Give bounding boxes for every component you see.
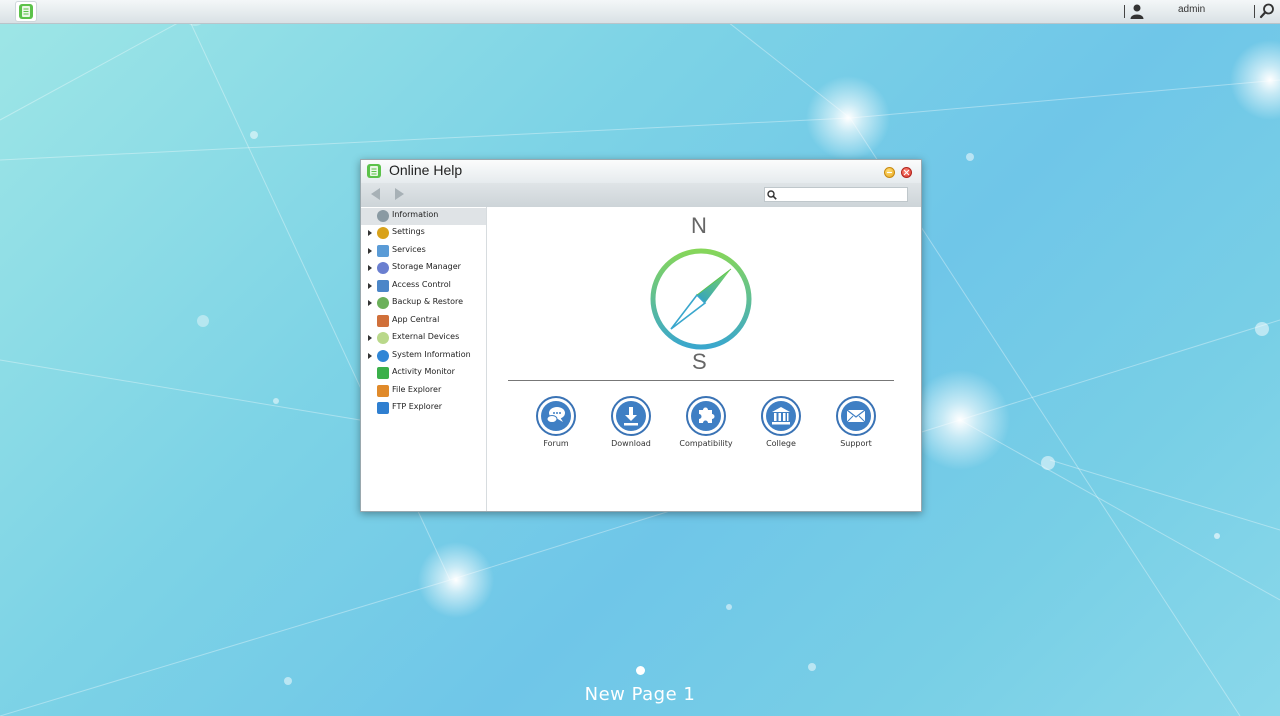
backup-icon (377, 297, 389, 309)
folder-icon (377, 384, 389, 397)
id-card-icon (377, 279, 389, 292)
sidebar-item[interactable]: App Central (361, 313, 486, 330)
sidebar-item-label: File Explorer (392, 384, 442, 394)
download-link[interactable]: Download (596, 396, 666, 448)
sidebar-item-label: Activity Monitor (392, 367, 455, 376)
puzzle-icon (699, 407, 715, 423)
sidebar-item-label: Backup & Restore (392, 297, 464, 306)
sidebar-item-label: External Devices (392, 332, 460, 341)
help-app-icon (367, 164, 381, 178)
monitor-icon (377, 367, 389, 379)
usb-icon (377, 332, 389, 344)
expand-arrow-icon[interactable] (368, 247, 372, 254)
minimize-button[interactable] (884, 167, 895, 178)
expand-arrow-icon[interactable] (368, 300, 372, 306)
compass-north-label: N (691, 213, 707, 238)
gear-icon (377, 227, 389, 239)
sidebar-item-label: App Central (392, 314, 440, 324)
sidebar-item[interactable]: File Explorer (361, 383, 486, 400)
sidebar-item-label: FTP Explorer (392, 402, 443, 411)
storage-icon (377, 262, 389, 274)
top-bar: admin (0, 0, 1280, 24)
download-icon (624, 407, 638, 426)
compass-icon (650, 248, 752, 350)
compass-icon (377, 209, 389, 222)
help-topics-tree: Information Settings Services Storage Manag… (361, 207, 487, 511)
ftp-icon (377, 402, 389, 414)
envelope-icon (846, 409, 866, 423)
search-icon (767, 190, 777, 200)
compass-south-label: S (692, 349, 707, 374)
sidebar-item[interactable]: External Devices (361, 330, 486, 347)
window-title: Online Help (389, 162, 463, 178)
expand-arrow-icon[interactable] (368, 230, 372, 236)
help-app-icon (19, 4, 33, 19)
sidebar-item[interactable]: Activity Monitor (361, 365, 486, 382)
expand-arrow-icon[interactable] (368, 265, 372, 271)
forum-link[interactable]: Forum (521, 396, 591, 448)
user-icon[interactable] (1129, 3, 1145, 19)
content-divider (508, 380, 894, 381)
sidebar-item-label: Settings (392, 227, 425, 236)
sidebar-item-label: Information (392, 209, 439, 219)
sidebar-item[interactable]: FTP Explorer (361, 400, 486, 417)
expand-arrow-icon[interactable] (368, 352, 372, 359)
info-icon (377, 349, 389, 362)
search-icon[interactable] (1259, 3, 1275, 19)
link-label: College (766, 439, 796, 448)
sidebar-item[interactable]: Settings (361, 225, 486, 242)
college-link[interactable]: College (746, 396, 816, 448)
sidebar-item-label: Storage Manager (392, 262, 461, 271)
expand-arrow-icon[interactable] (368, 335, 372, 341)
main-menu-button[interactable] (15, 1, 37, 22)
help-toolbar (361, 183, 921, 208)
forward-arrow-icon[interactable] (395, 188, 404, 200)
sidebar-item-label: Access Control (392, 279, 451, 289)
link-label: Download (611, 439, 651, 448)
building-icon (772, 407, 790, 425)
expand-arrow-icon[interactable] (368, 282, 372, 289)
chat-bubbles-icon (546, 407, 565, 423)
window-titlebar[interactable]: Online Help (361, 160, 921, 183)
help-search-input[interactable] (764, 187, 908, 202)
topbar-separator (1124, 5, 1125, 18)
sidebar-item[interactable]: Access Control (361, 278, 486, 295)
services-icon (377, 244, 389, 257)
link-label: Support (840, 439, 872, 448)
link-label: Forum (543, 439, 569, 448)
compatibility-link[interactable]: Compatibility (671, 396, 741, 448)
sidebar-item[interactable]: System Information (361, 348, 486, 365)
link-label: Compatibility (679, 439, 733, 448)
house-icon (377, 314, 389, 327)
desktop-page-label: New Page 1 (584, 684, 696, 705)
sidebar-item-label: System Information (392, 349, 471, 359)
support-link[interactable]: Support (821, 396, 891, 448)
page-indicator-dot[interactable] (636, 666, 645, 675)
sidebar-item[interactable]: Information (361, 207, 486, 225)
back-arrow-icon[interactable] (371, 188, 380, 200)
topbar-separator (1254, 5, 1255, 18)
sidebar-item[interactable]: Services (361, 243, 486, 260)
sidebar-item[interactable]: Storage Manager (361, 260, 486, 277)
online-help-window: Online Help Information Settings Services S… (360, 159, 922, 512)
user-name[interactable]: admin (1178, 4, 1205, 15)
close-button[interactable] (901, 167, 912, 178)
help-content: N S Forum Download Compatibility College… (487, 207, 921, 511)
sidebar-item[interactable]: Backup & Restore (361, 295, 486, 312)
sidebar-item-label: Services (392, 244, 426, 254)
